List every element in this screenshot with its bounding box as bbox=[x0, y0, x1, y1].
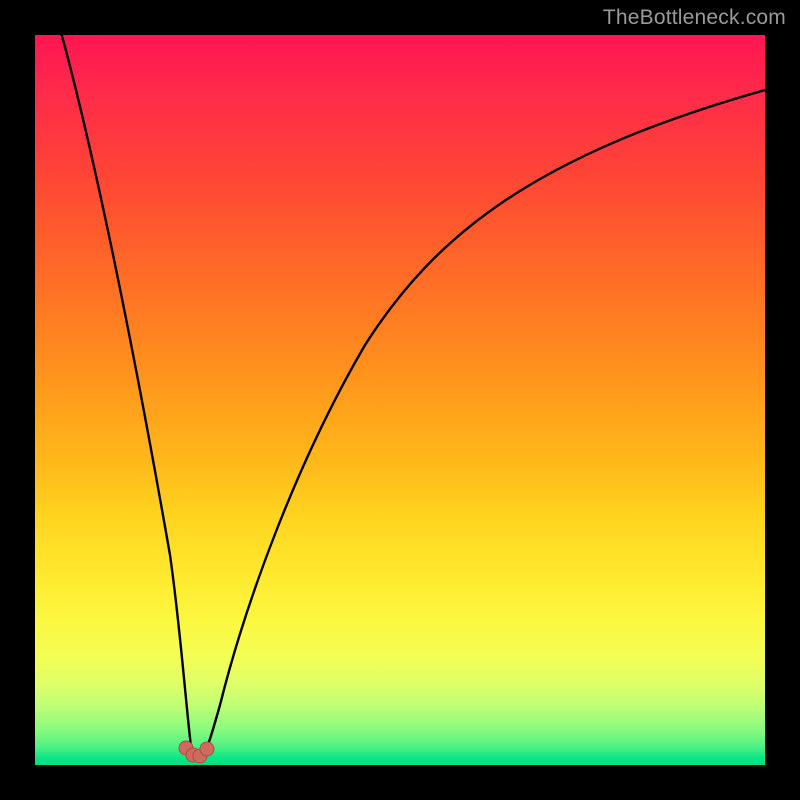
bottleneck-curve-svg bbox=[35, 35, 765, 765]
plot-area bbox=[35, 35, 765, 765]
bottleneck-curve bbox=[59, 35, 765, 757]
valley-marker-group bbox=[179, 741, 214, 763]
chart-frame: TheBottleneck.com bbox=[0, 0, 800, 800]
watermark-text: TheBottleneck.com bbox=[603, 6, 786, 30]
valley-marker bbox=[200, 742, 214, 756]
